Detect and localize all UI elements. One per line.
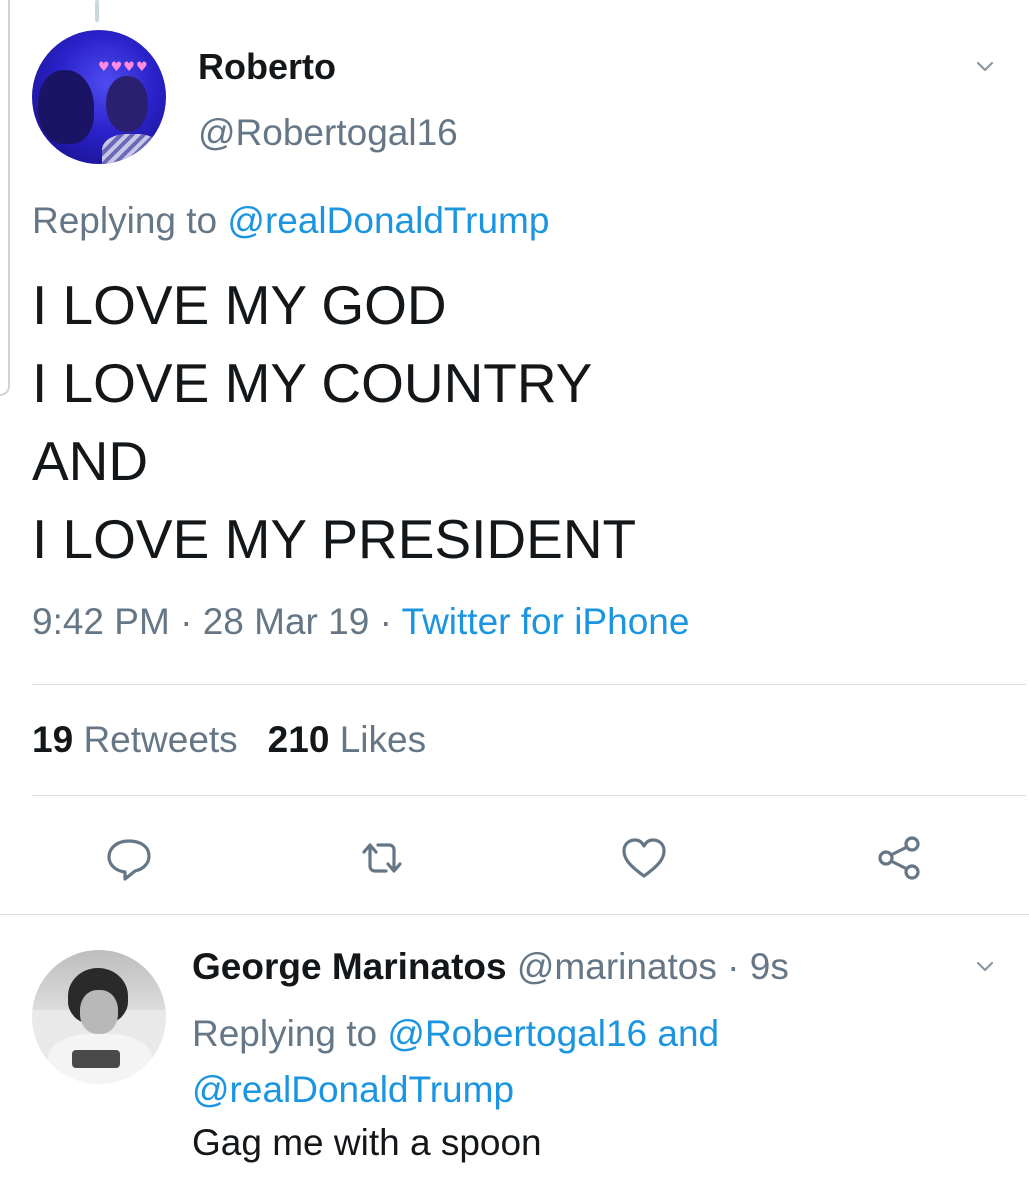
tweet-text-line: I LOVE MY COUNTRY — [32, 352, 593, 414]
tweet-meta: 9:42 PM · 28 Mar 19 · Twitter for iPhone — [32, 601, 689, 643]
meta-separator: · — [180, 601, 193, 642]
avatar[interactable]: ♥♥♥♥ — [32, 30, 166, 164]
reply-meta-separator: · — [727, 946, 740, 987]
heart-icon — [622, 838, 666, 878]
left-edge-bar — [8, 0, 10, 385]
reply-replying-to-line: Replying to @Robertogal16 and @realDonal… — [192, 1006, 992, 1118]
avatar-hearts-decoration: ♥♥♥♥ — [98, 60, 149, 75]
tweet-stats: 19 Retweets 210 Likes — [32, 719, 426, 761]
divider — [0, 914, 1029, 915]
reply-text: Gag me with a spoon — [192, 1122, 542, 1163]
reply-avatar[interactable] — [32, 950, 166, 1084]
author-handle[interactable]: @Robertogal16 — [198, 112, 458, 154]
avatar-figure-right — [106, 76, 148, 132]
tweet-text: I LOVE MY GOD I LOVE MY COUNTRY AND I LO… — [32, 266, 636, 578]
author-name[interactable]: Roberto — [198, 46, 336, 88]
replying-to-line: Replying to @realDonaldTrump — [32, 200, 549, 242]
reply-author-handle[interactable]: @marinatos — [517, 946, 717, 987]
reply-icon — [107, 839, 151, 881]
replying-prefix: Replying to — [32, 200, 218, 241]
likes-count: 210 — [267, 719, 330, 760]
replying-to-mention[interactable]: @realDonaldTrump — [227, 200, 549, 241]
like-button[interactable] — [618, 832, 670, 884]
left-edge-curl — [0, 378, 10, 396]
tweet-time: 9:42 PM — [32, 601, 170, 642]
reply-mention-2[interactable]: @realDonaldTrump — [192, 1069, 514, 1110]
reply-replying-prefix: Replying to — [192, 1013, 378, 1054]
tweet-text-line: I LOVE MY PRESIDENT — [32, 508, 637, 570]
divider — [32, 795, 1026, 796]
reply-avatar-face — [80, 990, 118, 1034]
retweets-count: 19 — [32, 719, 74, 760]
reply-avatar-object — [72, 1050, 120, 1068]
reply-age: 9s — [749, 946, 789, 987]
likes-stat[interactable]: 210 Likes — [268, 719, 426, 760]
left-edge-bracket — [0, 0, 12, 400]
reply-mention-conjunction: and — [657, 1013, 720, 1054]
likes-label: Likes — [339, 719, 427, 760]
chevron-down-icon[interactable] — [976, 58, 994, 76]
reply-header: George Marinatos @marinatos · 9s — [192, 946, 789, 988]
retweets-label: Retweets — [83, 719, 238, 760]
divider — [32, 684, 1026, 685]
thread-connector-line — [95, 0, 99, 22]
retweet-icon — [362, 843, 402, 873]
tweet-source-link[interactable]: Twitter for iPhone — [402, 601, 690, 642]
tweet-text-line: AND — [32, 430, 149, 492]
avatar-figure-left — [38, 70, 94, 144]
chevron-down-icon[interactable] — [976, 958, 994, 976]
reply-author-name[interactable]: George Marinatos — [192, 946, 507, 987]
retweet-button[interactable] — [356, 832, 408, 884]
tweet-date: 28 Mar 19 — [202, 601, 370, 642]
tweet-text-line: I LOVE MY GOD — [32, 274, 447, 336]
reply-mention-1[interactable]: @Robertogal16 — [387, 1013, 647, 1054]
meta-separator: · — [379, 601, 392, 642]
share-icon — [878, 836, 920, 880]
avatar-shirt — [102, 134, 162, 164]
share-button[interactable] — [874, 832, 926, 884]
retweets-stat[interactable]: 19 Retweets — [32, 719, 238, 760]
reply-button[interactable] — [103, 832, 155, 884]
